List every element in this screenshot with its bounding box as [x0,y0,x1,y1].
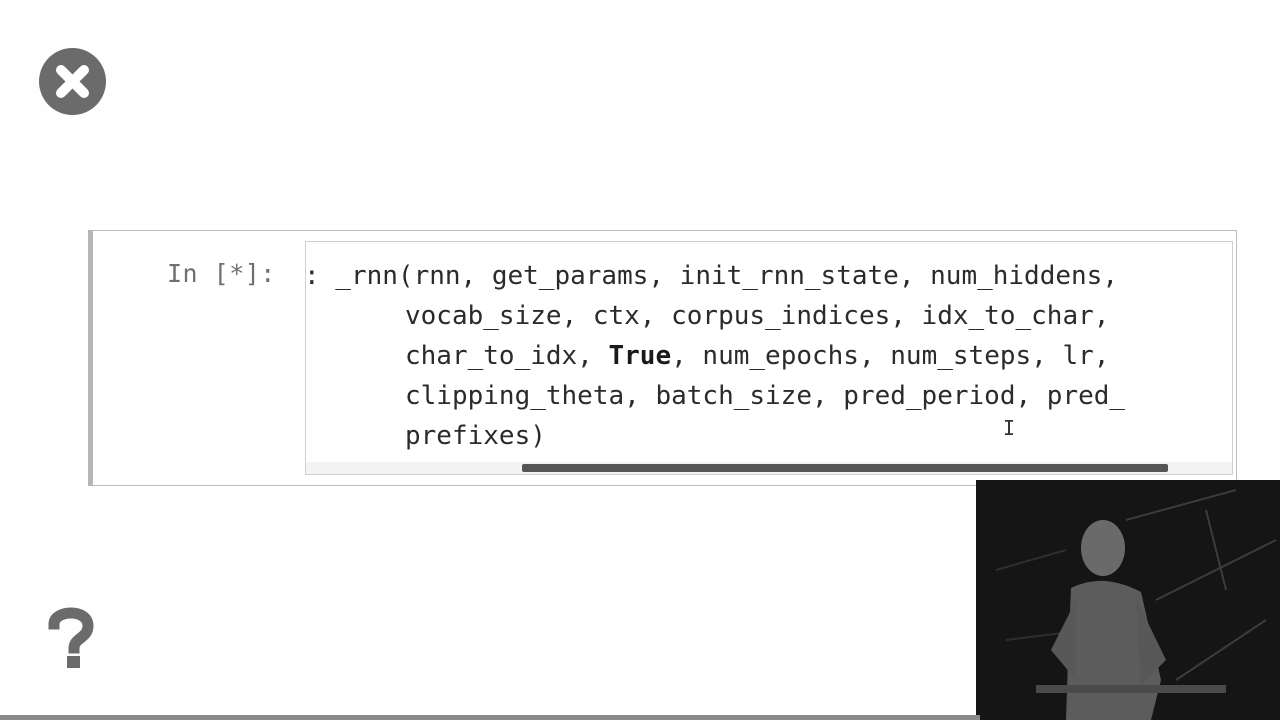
code-text: clipping_theta, batch_size, pred_period,… [405,381,1126,411]
slide-page: In [*]: : _rnn(rnn, get_params, init_rnn… [0,0,1280,720]
code-text: vocab_size, ctx, corpus_indices, idx_to_… [405,301,1110,331]
text-cursor-icon: I [1003,416,1016,440]
code-line-2: vocab_size, ctx, corpus_indices, idx_to_… [306,296,1125,336]
code-editor[interactable]: : _rnn(rnn, get_params, init_rnn_state, … [305,241,1233,475]
cell-prompt: In [*]: [167,259,276,288]
code-line-4: clipping_theta, batch_size, pred_period,… [306,376,1126,416]
code-text: , num_epochs, num_steps, lr, [671,341,1110,371]
help-button[interactable] [48,606,94,672]
code-text: prefixes) [405,421,546,451]
close-button[interactable] [39,48,106,115]
horizontal-scrollbar[interactable] [306,462,1232,474]
question-icon [48,607,94,668]
presenter-video-overlay [976,480,1280,720]
progress-bar [0,715,980,720]
code-text: : _rnn(rnn, get_params, init_rnn_state, … [305,261,1118,291]
presenter-video-icon [976,480,1280,720]
code-line-3: char_to_idx, True, num_epochs, num_steps… [306,336,1125,376]
notebook-code-cell[interactable]: In [*]: : _rnn(rnn, get_params, init_rnn… [88,230,1237,486]
keyword-true: True [608,341,672,371]
horizontal-scrollbar-thumb[interactable] [522,464,1168,472]
code-text: char_to_idx, [405,341,609,371]
close-icon [56,65,89,98]
code-line-1: : _rnn(rnn, get_params, init_rnn_state, … [305,256,1125,296]
